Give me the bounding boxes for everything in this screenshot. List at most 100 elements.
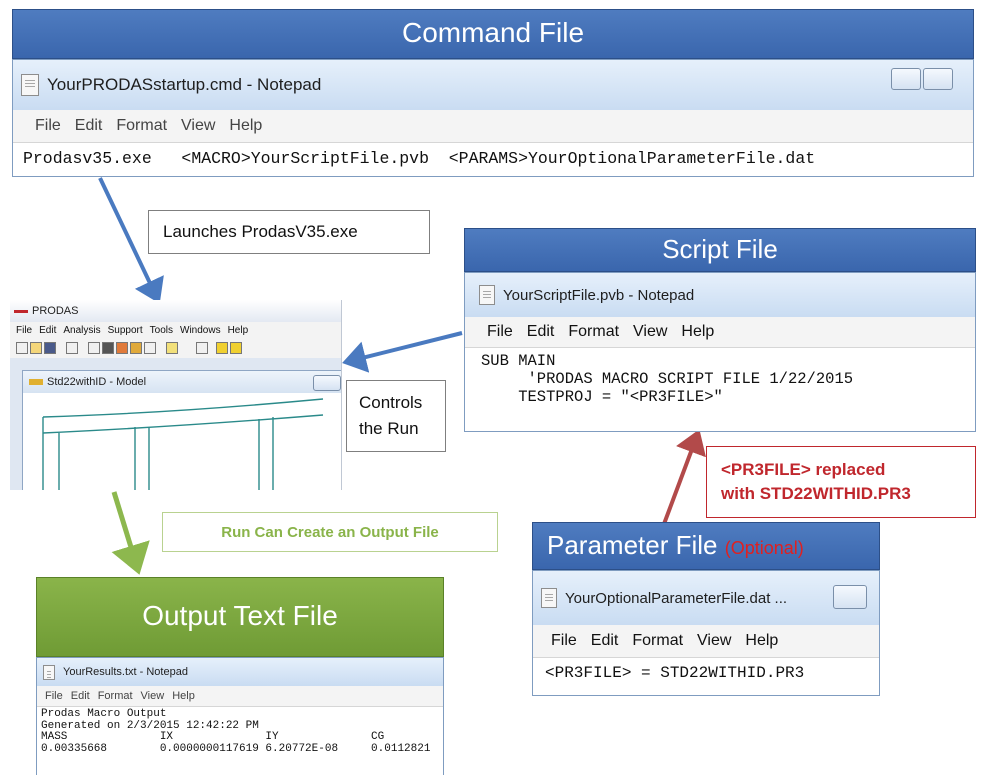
parameter-text-content[interactable]: <PR3FILE> = STD22WITHID.PR3 bbox=[533, 658, 879, 682]
menu-help[interactable]: Help bbox=[172, 690, 195, 702]
script-line-1: SUB MAIN bbox=[481, 352, 556, 370]
prodas-menu-analysis[interactable]: Analysis bbox=[63, 325, 100, 336]
output-line-3: MASS IX IY CG bbox=[41, 731, 385, 743]
prodas-logo-icon bbox=[14, 309, 28, 313]
open-icon[interactable] bbox=[30, 342, 42, 354]
3d-icon[interactable] bbox=[216, 342, 228, 354]
script-file-header: Script File bbox=[464, 228, 976, 272]
search-icon[interactable] bbox=[66, 342, 78, 354]
menu-view[interactable]: View bbox=[181, 117, 215, 135]
launches-callout-text: Launches ProdasV35.exe bbox=[163, 222, 358, 241]
prodas-menu-help[interactable]: Help bbox=[228, 325, 249, 336]
menu-edit[interactable]: Edit bbox=[71, 690, 90, 702]
control-arrow bbox=[342, 331, 463, 373]
shape-icon[interactable] bbox=[196, 342, 208, 354]
model-minimize-button[interactable] bbox=[313, 375, 341, 391]
output-window-title: YourResults.txt - Notepad bbox=[63, 666, 188, 678]
replace-arrow bbox=[662, 429, 706, 525]
output-arrow bbox=[111, 491, 150, 575]
minimize-button[interactable] bbox=[833, 585, 867, 609]
script-line-3: TESTPROJ = "<PR3FILE>" bbox=[481, 388, 723, 406]
output-file-title: Output Text File bbox=[142, 600, 338, 631]
script-text-area[interactable]: SUB MAIN 'PRODAS MACRO SCRIPT FILE 1/22/… bbox=[465, 348, 975, 406]
model-drawing bbox=[42, 398, 324, 490]
save-icon[interactable] bbox=[44, 342, 56, 354]
output-menubar: File Edit Format View Help bbox=[37, 686, 443, 707]
notepad-icon bbox=[43, 664, 55, 680]
prodas-title: PRODAS bbox=[32, 305, 79, 317]
output-line-1: Prodas Macro Output bbox=[41, 708, 167, 720]
prodas-menu-windows[interactable]: Windows bbox=[180, 325, 221, 336]
menu-help[interactable]: Help bbox=[229, 117, 262, 135]
loop-icon[interactable] bbox=[130, 342, 142, 354]
controls-callout-text: Controls the Run bbox=[359, 393, 423, 438]
menu-format[interactable]: Format bbox=[632, 632, 683, 650]
parameter-notepad-window: YourOptionalParameterFile.dat ... File E… bbox=[532, 570, 880, 696]
menu-view[interactable]: View bbox=[633, 323, 667, 341]
output-callout-text: Run Can Create an Output File bbox=[221, 523, 439, 541]
command-file-header: Command File bbox=[12, 9, 974, 59]
parameter-file-title: Parameter File bbox=[547, 530, 718, 560]
menu-edit[interactable]: Edit bbox=[591, 632, 619, 650]
script-window-title: YourScriptFile.pvb - Notepad bbox=[503, 286, 695, 304]
6d-icon[interactable] bbox=[230, 342, 242, 354]
menu-format[interactable]: Format bbox=[98, 690, 133, 702]
notepad-icon bbox=[479, 285, 495, 305]
output-text-area[interactable]: Prodas Macro Output Generated on 2/3/201… bbox=[37, 707, 443, 755]
prodas-app-window: PRODAS File Edit Analysis Support Tools … bbox=[10, 300, 342, 490]
model-child-window: Std22withID - Model bbox=[22, 370, 341, 490]
menu-help[interactable]: Help bbox=[681, 323, 714, 341]
command-menubar: File Edit Format View Help bbox=[13, 110, 973, 143]
run-icon[interactable] bbox=[116, 342, 128, 354]
menu-file[interactable]: File bbox=[35, 117, 61, 135]
prodas-menu-support[interactable]: Support bbox=[108, 325, 143, 336]
prodas-toolbar bbox=[10, 338, 341, 359]
model-icon bbox=[29, 379, 43, 385]
controls-callout: Controls the Run bbox=[346, 380, 446, 452]
menu-view[interactable]: View bbox=[697, 632, 731, 650]
prodas-menu-file[interactable]: File bbox=[16, 325, 32, 336]
minimize-button[interactable] bbox=[891, 68, 921, 90]
script-menubar: File Edit Format View Help bbox=[465, 317, 975, 348]
parameter-file-header: Parameter File (Optional) bbox=[532, 522, 880, 570]
block-icon[interactable] bbox=[144, 342, 156, 354]
notepad-icon bbox=[541, 588, 557, 608]
command-window-titlebar: YourPRODASstartup.cmd - Notepad bbox=[13, 60, 973, 110]
command-text-content[interactable]: Prodasv35.exe <MACRO>YourScriptFile.pvb … bbox=[13, 143, 973, 168]
model-titlebar: Std22withID - Model bbox=[23, 371, 341, 393]
parameter-window-titlebar: YourOptionalParameterFile.dat ... bbox=[533, 571, 879, 625]
prodas-titlebar: PRODAS bbox=[10, 300, 341, 322]
menu-file[interactable]: File bbox=[551, 632, 577, 650]
parameter-menubar: File Edit Format View Help bbox=[533, 625, 879, 658]
menu-view[interactable]: View bbox=[141, 690, 165, 702]
menu-file[interactable]: File bbox=[487, 323, 513, 341]
output-notepad-window: YourResults.txt - Notepad File Edit Form… bbox=[36, 657, 444, 775]
menu-help[interactable]: Help bbox=[745, 632, 778, 650]
prodas-mdi-area: Std22withID - Model bbox=[10, 358, 341, 490]
script-file-title: Script File bbox=[662, 234, 778, 264]
output-window-titlebar: YourResults.txt - Notepad bbox=[37, 658, 443, 686]
trajectory-icon[interactable] bbox=[166, 342, 178, 354]
new-icon[interactable] bbox=[16, 342, 28, 354]
menu-edit[interactable]: Edit bbox=[75, 117, 103, 135]
menu-format[interactable]: Format bbox=[116, 117, 167, 135]
notepad-icon bbox=[21, 74, 39, 96]
maximize-button[interactable] bbox=[923, 68, 953, 90]
chart-icon[interactable] bbox=[88, 342, 100, 354]
table-icon[interactable] bbox=[102, 342, 114, 354]
script-line-2: 'PRODAS MACRO SCRIPT FILE 1/22/2015 bbox=[481, 370, 854, 388]
menu-format[interactable]: Format bbox=[568, 323, 619, 341]
replace-callout-text: <PR3FILE> replaced with STD22WITHID.PR3 bbox=[721, 460, 911, 503]
script-window-titlebar: YourScriptFile.pvb - Notepad bbox=[465, 273, 975, 317]
replace-callout: <PR3FILE> replaced with STD22WITHID.PR3 bbox=[706, 446, 976, 518]
command-notepad-window: YourPRODASstartup.cmd - Notepad File Edi… bbox=[12, 59, 974, 177]
script-notepad-window: YourScriptFile.pvb - Notepad File Edit F… bbox=[464, 272, 976, 432]
prodas-menubar: File Edit Analysis Support Tools Windows… bbox=[10, 322, 341, 338]
menu-edit[interactable]: Edit bbox=[527, 323, 555, 341]
parameter-optional-note: (Optional) bbox=[724, 538, 804, 558]
launches-callout: Launches ProdasV35.exe bbox=[148, 210, 430, 254]
prodas-menu-edit[interactable]: Edit bbox=[39, 325, 56, 336]
prodas-menu-tools[interactable]: Tools bbox=[150, 325, 173, 336]
menu-file[interactable]: File bbox=[45, 690, 63, 702]
output-callout: Run Can Create an Output File bbox=[162, 512, 498, 552]
